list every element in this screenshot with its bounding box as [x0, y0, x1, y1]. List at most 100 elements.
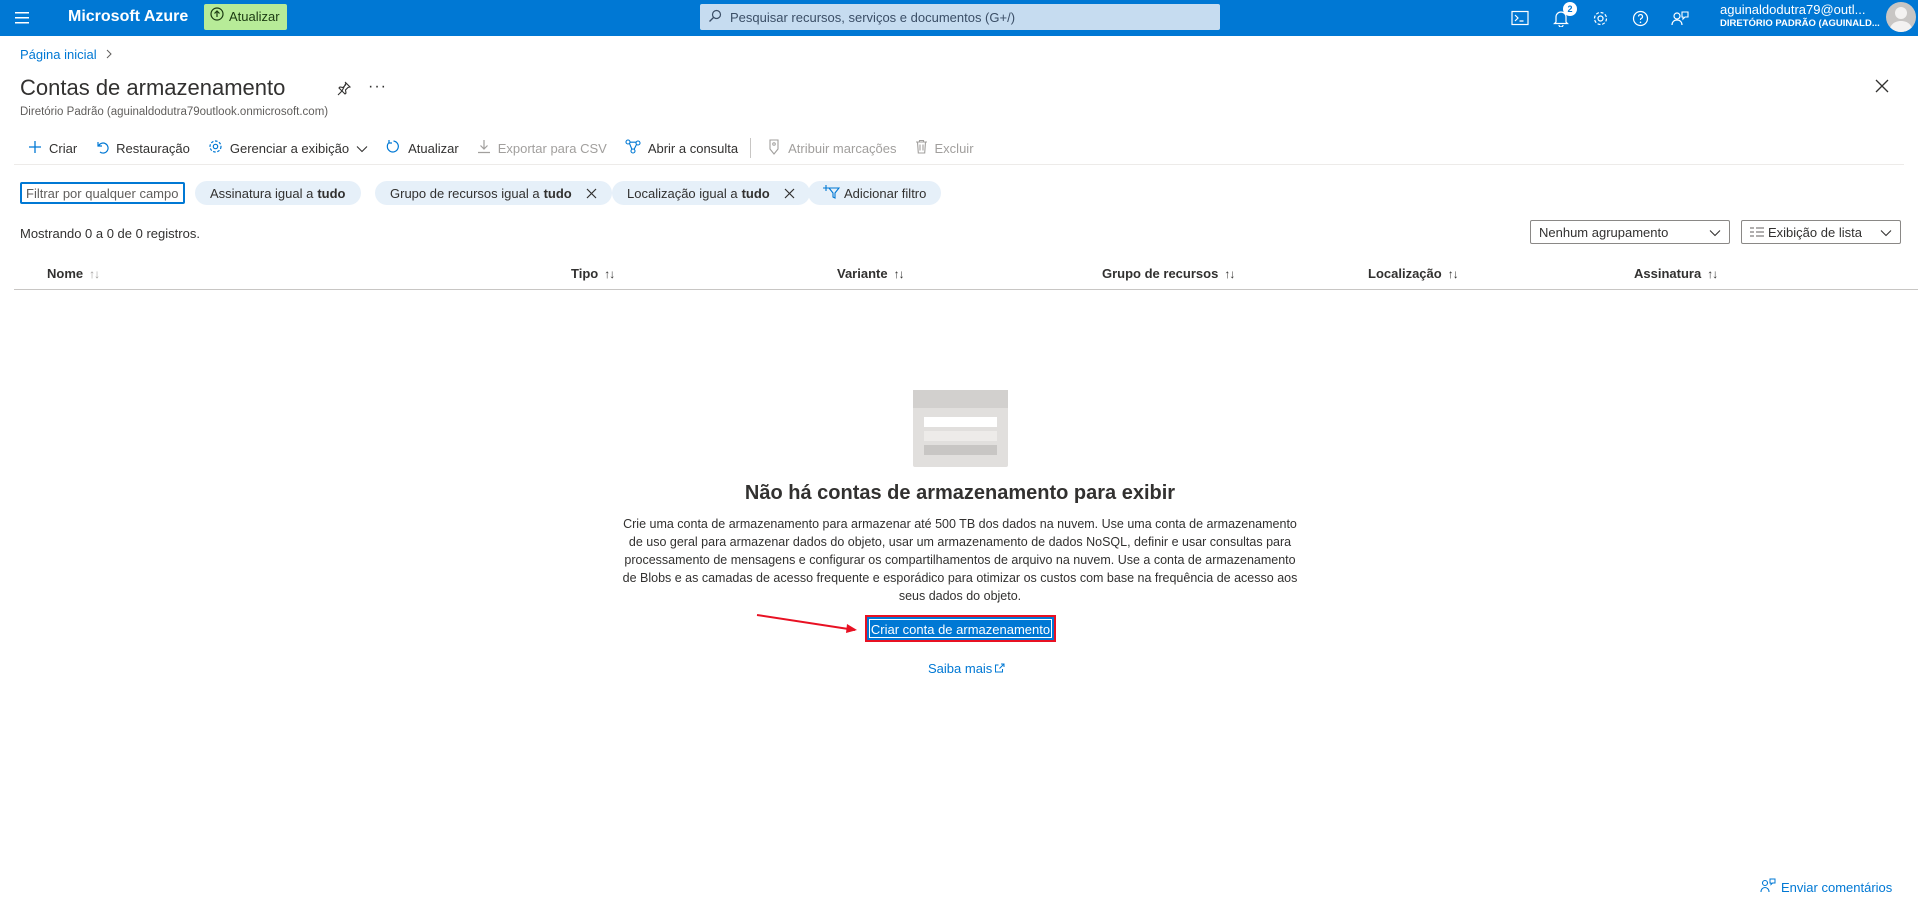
help-icon[interactable]	[1629, 7, 1651, 29]
resource-group-filter-pill[interactable]: Grupo de recursos igual a tudo	[375, 181, 612, 205]
grouping-value: Nenhum agrupamento	[1539, 224, 1669, 240]
resource-group-filter-prefix: Grupo de recursos igual a	[390, 185, 540, 201]
subscription-filter-value: tudo	[317, 185, 346, 201]
restore-command[interactable]: Restauração	[87, 136, 200, 160]
top-bar: Microsoft Azure Atualizar 2 aguinaldodut…	[0, 0, 1918, 36]
send-feedback-label: Enviar comentários	[1781, 879, 1893, 895]
grouping-dropdown[interactable]: Nenhum agrupamento	[1530, 220, 1730, 244]
open-query-command[interactable]: Abrir a consulta	[617, 136, 748, 160]
remove-filter-icon[interactable]	[784, 188, 795, 199]
tag-icon	[767, 138, 781, 158]
sort-icon: ↑↓	[1224, 266, 1235, 281]
upgrade-button[interactable]: Atualizar	[204, 4, 287, 30]
create-command[interactable]: Criar	[20, 136, 87, 160]
view-dropdown[interactable]: Exibição de lista	[1741, 220, 1901, 244]
empty-state-illustration	[913, 390, 1008, 467]
subscription-filter-prefix: Assinatura igual a	[210, 185, 314, 201]
search-input[interactable]	[730, 9, 1220, 25]
column-header-location[interactable]: Localização ↑↓	[1368, 266, 1459, 281]
page-title: Contas de armazenamento	[20, 75, 286, 100]
table-header: Nome ↑↓ Tipo ↑↓ Variante ↑↓ Grupo de recurs…	[14, 260, 1918, 290]
download-icon	[477, 139, 491, 157]
create-storage-account-label: Criar conta de armazenamento	[869, 619, 1052, 638]
column-header-name-label: Nome	[47, 266, 84, 281]
external-link-icon	[995, 661, 1005, 676]
page-subtitle: Diretório Padrão (aguinaldodutra79outloo…	[20, 106, 329, 118]
send-feedback-link[interactable]: Enviar comentários	[1760, 878, 1892, 896]
filter-input[interactable]	[20, 182, 185, 204]
account-directory: DIRETÓRIO PADRÃO (AGUINALD...	[1720, 18, 1880, 29]
restore-command-label: Restauração	[116, 140, 190, 156]
global-search[interactable]	[700, 4, 1220, 30]
account-info[interactable]: aguinaldodutra79@outl... DIRETÓRIO PADRÃ…	[1720, 3, 1882, 31]
more-options-icon[interactable]: ···	[368, 78, 387, 96]
assign-tags-command[interactable]: Atribuir marcações	[759, 136, 906, 160]
location-filter-value: tudo	[741, 185, 770, 201]
resource-group-filter-value: tudo	[543, 185, 572, 201]
trash-icon	[915, 139, 928, 157]
gear-icon	[208, 139, 223, 157]
refresh-icon	[386, 139, 401, 157]
open-query-label: Abrir a consulta	[647, 140, 739, 156]
cloud-shell-icon[interactable]	[1509, 7, 1531, 29]
column-header-variant[interactable]: Variante ↑↓	[837, 266, 905, 281]
sort-icon: ↑↓	[604, 266, 615, 281]
export-csv-label: Exportar para CSV	[497, 140, 607, 156]
sort-icon: ↑↓	[89, 266, 100, 281]
upgrade-label: Atualizar	[229, 9, 280, 24]
column-header-name[interactable]: Nome ↑↓	[47, 266, 100, 281]
query-icon	[625, 139, 641, 157]
brand-title[interactable]: Microsoft Azure	[68, 8, 188, 26]
empty-state-description: Crie uma conta de armazenamento para arm…	[622, 517, 1298, 603]
breadcrumb-separator-icon	[105, 47, 113, 62]
location-filter-prefix: Localização igual a	[627, 185, 738, 201]
add-filter-icon	[823, 184, 841, 202]
avatar[interactable]	[1886, 2, 1916, 32]
subscription-filter-pill[interactable]: Assinatura igual a tudo	[195, 181, 361, 205]
manage-view-label: Gerenciar a exibição	[229, 140, 350, 156]
column-header-resource-group[interactable]: Grupo de recursos ↑↓	[1102, 266, 1235, 281]
create-storage-account-button[interactable]: Criar conta de armazenamento	[865, 615, 1056, 642]
manage-view-command[interactable]: Gerenciar a exibição	[200, 136, 378, 160]
bell-icon[interactable]: 2	[1550, 2, 1577, 29]
remove-filter-icon[interactable]	[586, 188, 597, 199]
delete-command[interactable]: Excluir	[907, 136, 984, 160]
column-header-location-label: Localização	[1368, 266, 1442, 281]
records-count: Mostrando 0 a 0 de 0 registros.	[20, 226, 200, 241]
location-filter-pill[interactable]: Localização igual a tudo	[612, 181, 810, 205]
empty-state-title: Não há contas de armazenamento para exib…	[744, 482, 1176, 504]
breadcrumb: Página inicial	[20, 47, 113, 62]
close-icon[interactable]	[1875, 79, 1889, 96]
export-csv-command[interactable]: Exportar para CSV	[469, 136, 617, 160]
feedback-icon	[1760, 878, 1776, 896]
list-view-icon	[1750, 225, 1764, 240]
plus-icon	[28, 140, 42, 157]
search-icon	[708, 9, 722, 26]
command-divider	[750, 138, 752, 158]
sort-icon: ↑↓	[893, 266, 905, 281]
restore-icon	[95, 140, 109, 157]
refresh-command[interactable]: Atualizar	[378, 136, 469, 160]
column-header-resource-group-label: Grupo de recursos	[1102, 266, 1219, 281]
notifications-badge: 2	[1563, 2, 1577, 16]
view-value-wrap: Exibição de lista	[1750, 225, 1862, 240]
chevron-down-icon	[1880, 225, 1892, 240]
pin-icon[interactable]	[336, 80, 352, 99]
red-arrow-annotation	[756, 614, 857, 633]
feedback-icon[interactable]	[1669, 7, 1691, 29]
gear-icon[interactable]	[1589, 7, 1611, 29]
delete-label: Excluir	[934, 140, 974, 156]
create-command-label: Criar	[49, 140, 78, 156]
command-bar-divider	[14, 164, 1904, 165]
menu-icon[interactable]	[12, 8, 34, 28]
column-header-type-label: Tipo	[571, 266, 599, 281]
column-header-type[interactable]: Tipo ↑↓	[571, 266, 615, 281]
column-header-subscription[interactable]: Assinatura ↑↓	[1634, 266, 1718, 281]
breadcrumb-home-link[interactable]: Página inicial	[20, 47, 97, 62]
column-header-variant-label: Variante	[837, 266, 888, 281]
chevron-down-icon	[1709, 225, 1721, 240]
add-filter-button[interactable]: Adicionar filtro	[808, 181, 942, 205]
account-name: aguinaldodutra79@outl...	[1720, 3, 1866, 17]
sort-icon: ↑↓	[1447, 266, 1459, 281]
learn-more-link[interactable]: Saiba mais	[928, 661, 1005, 676]
